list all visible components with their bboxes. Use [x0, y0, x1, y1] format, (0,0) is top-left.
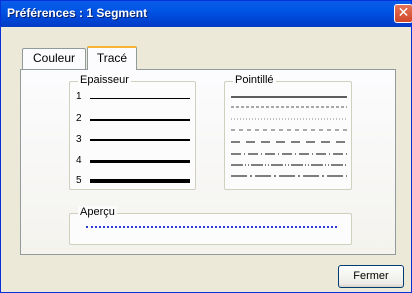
- epaisseur-option-4[interactable]: 4: [76, 154, 192, 168]
- apercu-label: Aperçu: [78, 206, 117, 218]
- epaisseur-number: 4: [76, 155, 82, 166]
- line-width-sample: [90, 179, 190, 183]
- tab-couleur[interactable]: Couleur: [22, 48, 86, 69]
- dash-style-list: [231, 96, 347, 177]
- preferences-dialog: Préférences : 1 Segment ✕ Couleur Tracé …: [0, 0, 412, 293]
- window-title: Préférences : 1 Segment: [7, 6, 148, 20]
- pointille-group: Pointillé: [224, 74, 352, 190]
- tab-trace[interactable]: Tracé: [87, 46, 137, 70]
- epaisseur-number: 2: [76, 113, 82, 124]
- line-width-sample: [90, 160, 190, 163]
- line-width-sample: [90, 119, 190, 121]
- epaisseur-number: 1: [76, 91, 82, 102]
- epaisseur-option-2[interactable]: 2: [76, 112, 192, 126]
- line-width-sample: [90, 139, 190, 141]
- title-bar: Préférences : 1 Segment ✕: [1, 1, 412, 27]
- epaisseur-number: 3: [76, 134, 82, 145]
- apercu-preview-line: [86, 226, 337, 228]
- epaisseur-option-3[interactable]: 3: [76, 133, 192, 147]
- apercu-group: Aperçu: [69, 206, 352, 245]
- epaisseur-number: 5: [76, 175, 82, 186]
- epaisseur-label: Epaisseur: [78, 74, 131, 86]
- close-icon[interactable]: ✕: [394, 4, 412, 23]
- epaisseur-option-5[interactable]: 5: [76, 174, 192, 188]
- close-button[interactable]: Fermer: [338, 265, 404, 288]
- epaisseur-option-1[interactable]: 1: [76, 90, 192, 104]
- line-width-sample: [90, 98, 190, 99]
- epaisseur-group: Epaisseur 1 2 3 4 5: [69, 74, 196, 190]
